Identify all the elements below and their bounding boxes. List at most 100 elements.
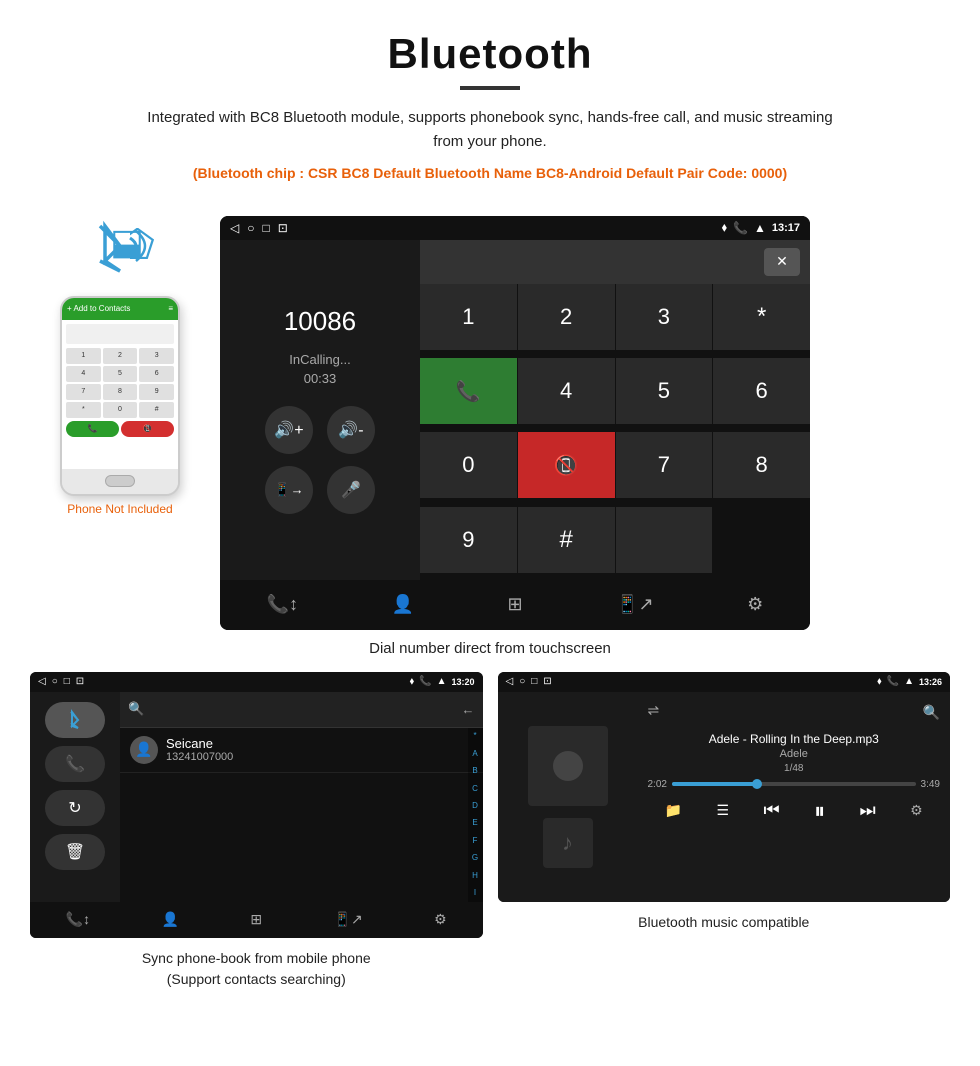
- keypad-1[interactable]: 1: [420, 284, 517, 350]
- dial-nav-contacts-icon[interactable]: 👤: [392, 594, 414, 615]
- phonebook-list: 👤 Seicane 13241007000 * A B C D: [120, 728, 483, 902]
- mute-button[interactable]: 🎤: [327, 466, 375, 514]
- pb-phone-button[interactable]: 📞: [45, 746, 105, 782]
- phone-key-8: 8: [103, 384, 138, 400]
- phone-home-button[interactable]: [105, 475, 135, 487]
- dial-controls-row2: 📱→ 🎤: [265, 466, 375, 514]
- keypad-5[interactable]: 5: [616, 358, 713, 424]
- playlist-icon[interactable]: ☰: [717, 802, 730, 819]
- pb-nav-transfer-icon[interactable]: 📱↗: [334, 911, 363, 928]
- keypad-hash[interactable]: #: [518, 507, 615, 573]
- dial-android-screen: ◁ ○ □ ⊡ ⬧ 📞 ▲ 13:17 10086 InCalling... 0…: [220, 216, 810, 630]
- pb-sync-button[interactable]: ↻: [45, 790, 105, 826]
- phone-key-5: 5: [103, 366, 138, 382]
- volume-down-button[interactable]: 🔊-: [327, 406, 375, 454]
- mu-location-icon: ⬧: [877, 676, 882, 687]
- dial-left-panel: 10086 InCalling... 00:33 🔊+ 🔊- 📱→ 🎤: [220, 240, 420, 580]
- music-android-screen: ◁ ○ □ ⊡ ⬧ 📞 ▲ 13:26 ♪: [498, 672, 951, 902]
- phone-number-display: [66, 324, 174, 344]
- next-track-button[interactable]: ⏭: [860, 800, 876, 821]
- alpha-F: F: [473, 837, 478, 845]
- dial-nav-transfer-icon[interactable]: 📱↗: [616, 594, 654, 615]
- phone-content: 1 2 3 4 5 6 7 8 9 * 0 #: [62, 320, 178, 469]
- mu-wifi-icon: ▲: [904, 676, 914, 687]
- phone-key-2: 2: [103, 348, 138, 364]
- phone-key-0: 0: [103, 402, 138, 418]
- page-title: Bluetooth: [20, 30, 960, 78]
- recents-nav-icon: □: [262, 221, 269, 235]
- music-left-panel: ♪ ♪: [498, 692, 638, 902]
- keypad-4[interactable]: 4: [518, 358, 615, 424]
- pb-delete-button[interactable]: 🗑: [45, 834, 105, 870]
- music-right-panel: ⇌ 🔍 Adele - Rolling In the Deep.mp3 Adel…: [638, 692, 951, 902]
- switch-audio-button[interactable]: 📱→: [265, 466, 313, 514]
- shuffle-icon[interactable]: ⇌: [648, 702, 660, 719]
- music-progress-bar: 2:02 3:49: [648, 779, 941, 790]
- pb-recents-icon: □: [64, 676, 70, 687]
- play-pause-button[interactable]: ⏸: [814, 798, 825, 824]
- keypad-call-button[interactable]: 📞: [420, 358, 517, 424]
- phone-key-6: 6: [139, 366, 174, 382]
- phone-call-button[interactable]: 📞: [66, 421, 119, 437]
- progress-bar-outer[interactable]: [672, 782, 916, 786]
- phone-key-hash: #: [139, 402, 174, 418]
- progress-time-current: 2:02: [648, 779, 667, 790]
- alphabet-bar: * A B C D E F G H I: [468, 728, 483, 902]
- keypad-end-button[interactable]: 📵: [518, 432, 615, 498]
- music-controls: 📁 ☰ ⏮ ⏸ ⏭ ⚙: [648, 798, 941, 829]
- screenshot-nav-icon: ⊡: [278, 221, 288, 235]
- keypad-3[interactable]: 3: [616, 284, 713, 350]
- album-art: ♪: [528, 726, 608, 806]
- equalizer-icon[interactable]: ⚙: [910, 802, 923, 819]
- bluetooth-icon-area: ⬓ ⬠: [80, 216, 160, 286]
- dial-right-panel: ✕ 1 2 3 * 📞 4 5 6 0 📵 7 8 9 #: [420, 240, 810, 580]
- status-icons-left: ◁ ○ □ ⊡: [230, 221, 288, 235]
- music-search-icon[interactable]: 🔍: [923, 704, 940, 721]
- phone-not-included-label: Phone Not Included: [67, 502, 172, 516]
- dial-controls: 🔊+ 🔊- 📱→ 🎤: [265, 406, 375, 514]
- pb-nav-grid-icon[interactable]: ⊞: [250, 911, 262, 928]
- keypad-grid: 1 2 3 * 📞 4 5 6 0 📵 7 8 9 #: [420, 284, 810, 580]
- prev-track-button[interactable]: ⏮: [764, 800, 780, 821]
- pb-wifi-icon: ▲: [437, 676, 447, 687]
- contact-row[interactable]: 👤 Seicane 13241007000: [120, 728, 483, 773]
- search-icon: 🔍: [128, 701, 144, 717]
- pb-time: 13:20: [451, 677, 474, 687]
- keypad-star[interactable]: *: [713, 284, 810, 350]
- phone-key-4: 4: [66, 366, 101, 382]
- folder-icon[interactable]: 📁: [665, 802, 682, 819]
- phone-end-button[interactable]: 📵: [121, 421, 174, 437]
- keypad-8[interactable]: 8: [713, 432, 810, 498]
- phonebook-nav-bar: 📞↕ 👤 ⊞ 📱↗ ⚙: [30, 902, 483, 938]
- song-artist: Adele: [648, 748, 941, 760]
- page-header: Bluetooth Integrated with BC8 Bluetooth …: [0, 0, 980, 196]
- keypad-empty: [616, 507, 713, 573]
- phone-menu-icon: ≡: [168, 304, 173, 313]
- alpha-D: D: [472, 802, 478, 810]
- dial-nav-phone-icon[interactable]: 📞↕: [267, 594, 298, 615]
- pb-nav-contacts-icon[interactable]: 👤: [162, 911, 179, 928]
- keypad-0[interactable]: 0: [420, 432, 517, 498]
- pb-nav-settings-icon[interactable]: ⚙: [434, 911, 447, 928]
- pb-home-icon: ○: [52, 676, 58, 687]
- song-track-info: 1/48: [648, 763, 941, 774]
- small-album-art: ♪: [543, 818, 593, 868]
- progress-bar-inner: [672, 782, 757, 786]
- status-icons-right: ⬧ 📞 ▲ 13:17: [722, 220, 800, 235]
- keypad-7[interactable]: 7: [616, 432, 713, 498]
- phonebook-caption: Sync phone-book from mobile phone (Suppo…: [30, 948, 483, 990]
- phone-key-9: 9: [139, 384, 174, 400]
- alpha-A: A: [472, 750, 477, 758]
- album-art-circle: [553, 751, 583, 781]
- pb-nav-phone-icon[interactable]: 📞↕: [66, 911, 90, 928]
- dial-nav-settings-icon[interactable]: ⚙: [747, 594, 763, 615]
- keypad-9[interactable]: 9: [420, 507, 517, 573]
- keypad-2[interactable]: 2: [518, 284, 615, 350]
- home-nav-icon: ○: [247, 221, 254, 235]
- pb-bluetooth-button[interactable]: [45, 702, 105, 738]
- backspace-button[interactable]: ✕: [764, 248, 800, 276]
- keypad-6[interactable]: 6: [713, 358, 810, 424]
- volume-up-button[interactable]: 🔊+: [265, 406, 313, 454]
- phonebook-sidebar: 📞 ↻ 🗑: [30, 692, 120, 902]
- dial-nav-grid-icon[interactable]: ⊞: [508, 594, 523, 615]
